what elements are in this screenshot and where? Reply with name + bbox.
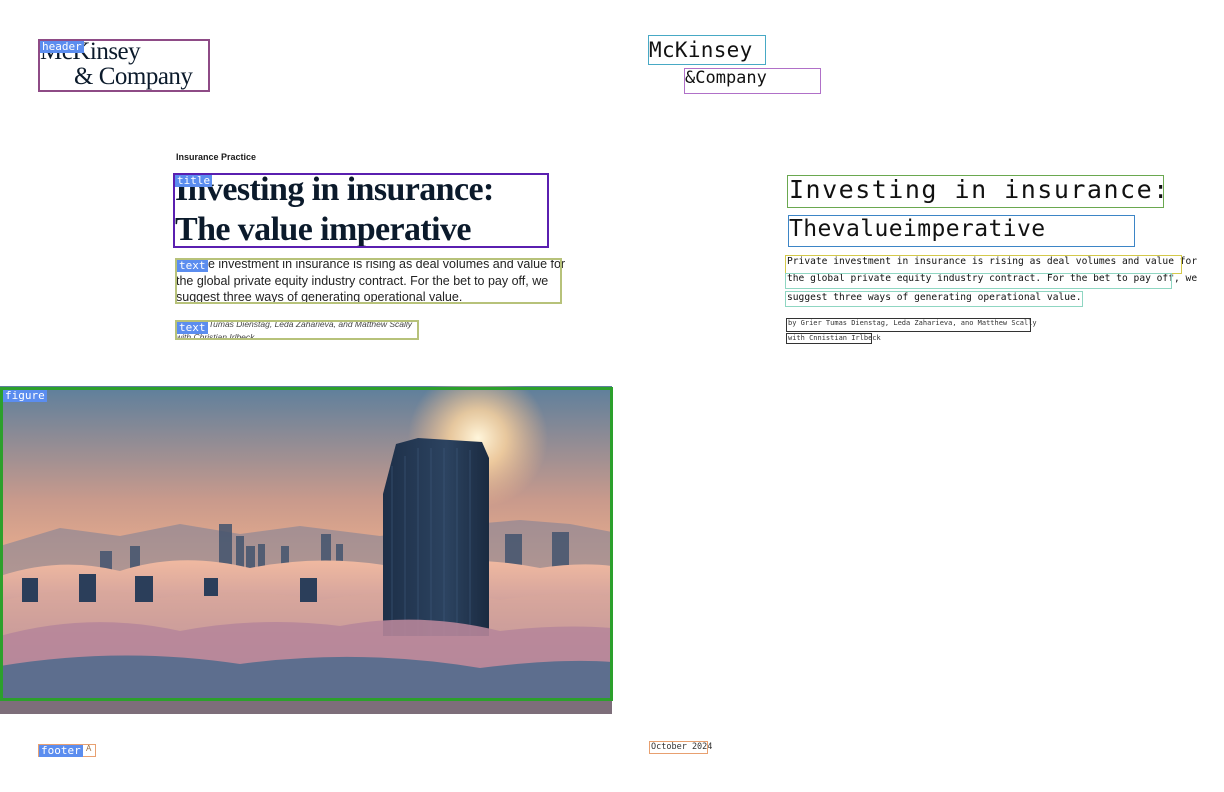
ocr-title-line-2: Thevalueimperative <box>789 216 1046 242</box>
ocr-logo-line-1: McKinsey <box>649 38 753 62</box>
ocr-date: October 2024 <box>651 742 713 752</box>
summary-line-2: the global private equity industry contr… <box>176 273 549 288</box>
skyline-illustration <box>0 386 612 714</box>
ocr-title-line-1: Investing in insurance: <box>789 175 1170 204</box>
summary-line-3: suggest three ways of generating operati… <box>176 290 463 304</box>
footer-mark: A <box>86 744 92 753</box>
logo-mckinsey: McKinsey <box>40 38 141 65</box>
ocr-logo-line-2: &Company <box>685 68 767 88</box>
authors-line-2: with Christian Irlbeck <box>176 332 255 342</box>
practice-label: Insurance Practice <box>176 152 257 162</box>
title-line-2: The value imperative <box>175 211 471 248</box>
ocr-summary-line-3: suggest three ways of generating operati… <box>787 292 1082 303</box>
ocr-authors-line-2: with Cnnistian Irlbeck <box>788 334 881 342</box>
ocr-summary-line-1: Private investment in insurance is risin… <box>787 256 1198 267</box>
logo-company: & Company <box>74 63 193 90</box>
annotation-footer-label: footer <box>39 744 83 757</box>
ocr-summary-line-2: the global private equity industry contr… <box>787 273 1198 284</box>
authors-text: by Grier Tumas Dienstag, Leda Zaharieva,… <box>176 318 421 344</box>
summary-line-1: Private investment in insurance is risin… <box>176 257 566 271</box>
hero-image <box>0 386 612 714</box>
authors-line-1: by Grier Tumas Dienstag, Leda Zaharieva,… <box>176 319 413 329</box>
page-title: Investing in insurance: The value impera… <box>175 170 565 250</box>
ocr-authors-line-1: by Grier Tumas Dienstag, Leda Zaharieva,… <box>788 319 1037 327</box>
title-line-1: Investing in insurance: <box>175 171 494 208</box>
summary-text: Private investment in insurance is risin… <box>176 256 576 306</box>
